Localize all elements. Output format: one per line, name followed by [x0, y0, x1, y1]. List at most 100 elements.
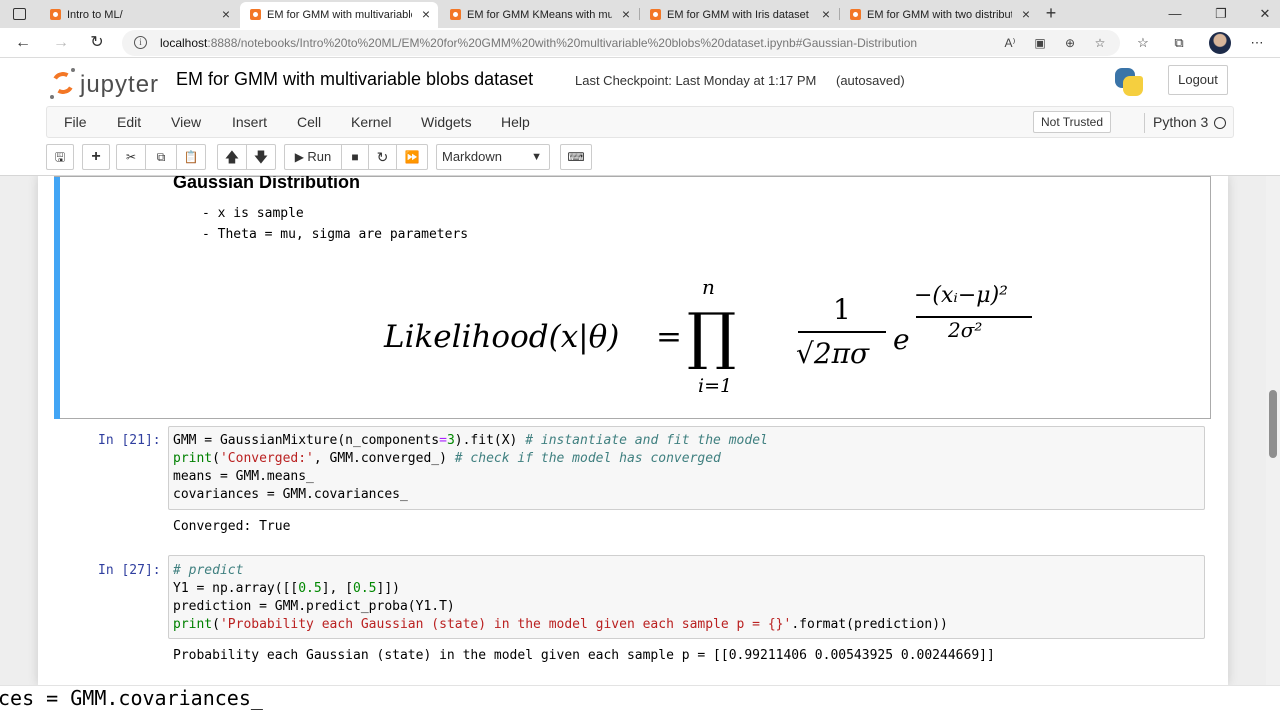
- browser-tab-em-gmm-kmeans[interactable]: EM for GMM KMeans with multivariable blo…: [440, 2, 638, 28]
- copy-cells-icon[interactable]: ⧉: [145, 144, 177, 170]
- interrupt-kernel-icon[interactable]: ■: [341, 144, 369, 170]
- maximize-window-icon[interactable]: ❐: [1206, 4, 1236, 24]
- formula-fraction-denominator: √2πσ: [796, 337, 870, 370]
- run-icon: ▶: [294, 150, 305, 164]
- gaussian-distribution-heading: Gaussian Distribution: [173, 176, 361, 192]
- menu-widgets[interactable]: Widgets: [421, 114, 472, 130]
- code-cell-input[interactable]: GMM = GaussianMixture(n_components=3).fi…: [168, 426, 1205, 510]
- site-info-icon[interactable]: i: [134, 36, 147, 49]
- code-line: means = GMM.means_: [173, 469, 314, 484]
- menu-edit[interactable]: Edit: [117, 114, 141, 130]
- collections-icon[interactable]: ⧉: [1170, 34, 1188, 52]
- code-cell-input[interactable]: # predict Y1 = np.array([[0.5], [0.5]]) …: [168, 555, 1205, 639]
- save-icon[interactable]: 🖫: [46, 144, 74, 170]
- url-text: localhost:8888/notebooks/Intro%20to%20ML…: [160, 36, 917, 50]
- close-tab-icon[interactable]: ×: [222, 7, 230, 21]
- tab-title: EM for GMM with Iris dataset - Jupyter: [667, 9, 812, 21]
- zoom-icon[interactable]: ⊕: [1062, 35, 1078, 51]
- reader-view-icon[interactable]: ▣: [1032, 35, 1048, 51]
- zoomed-code-text: ces = GMM.covariances_: [0, 686, 263, 710]
- kernel-name: Python 3: [1153, 114, 1209, 130]
- move-cell-up-icon[interactable]: 🡅: [217, 144, 247, 170]
- url-path: :8888/notebooks/Intro%20to%20ML/EM%20for…: [207, 36, 918, 50]
- tab-title: EM for GMM with multivariable blobs data…: [267, 9, 412, 21]
- code-line: print('Converged:', GMM.converged_) # ch…: [173, 451, 721, 466]
- close-tab-icon[interactable]: ×: [422, 7, 430, 21]
- formula-product-lower-limit: i=1: [698, 375, 733, 397]
- autosave-status: (autosaved): [836, 73, 905, 88]
- page-scrollbar[interactable]: [1266, 176, 1280, 685]
- close-tab-icon[interactable]: ×: [622, 7, 630, 21]
- jupyter-menubar: File Edit View Insert Cell Kernel Widget…: [46, 106, 1234, 138]
- formula-fraction-numerator: 1: [833, 293, 851, 326]
- code-line: Y1 = np.array([[0.5], [0.5]]): [173, 581, 400, 596]
- logout-button[interactable]: Logout: [1168, 65, 1228, 95]
- menu-kernel[interactable]: Kernel: [351, 114, 391, 130]
- jupyter-toolbar: 🖫 + ✂ ⧉ 📋 🡅 🡇 ▶ Run ■ ↻ ⏩ Markdown ▼ ⌨: [46, 144, 1234, 172]
- browser-tab-em-gmm-blobs[interactable]: EM for GMM with multivariable blobs data…: [240, 2, 438, 28]
- close-window-icon[interactable]: ✕: [1250, 4, 1280, 24]
- notebook-name[interactable]: EM for GMM with multivariable blobs data…: [176, 69, 533, 90]
- profile-avatar[interactable]: [1209, 32, 1231, 54]
- browser-tab-intro-to-ml[interactable]: Intro to ML/ ×: [40, 2, 238, 28]
- browser-tab-em-gmm-two-distributions[interactable]: EM for GMM with two distributions ×: [840, 2, 1038, 28]
- menu-file[interactable]: File: [64, 114, 87, 130]
- read-aloud-icon[interactable]: A⁾: [1002, 35, 1018, 51]
- not-trusted-button[interactable]: Not Trusted: [1033, 111, 1111, 133]
- formula-product-symbol: ∏: [687, 299, 737, 372]
- jupyter-logo-ring: [49, 69, 77, 97]
- close-tab-icon[interactable]: ×: [822, 7, 830, 21]
- code-line: covariances = GMM.covariances_: [173, 487, 408, 502]
- formula-product-upper-limit: n: [702, 275, 715, 299]
- likelihood-formula: Likelihood(x|θ) = ∏ n i=1 1 √2πσ e −(xᵢ−…: [384, 273, 1032, 403]
- tab-title: Intro to ML/: [67, 9, 123, 21]
- markdown-cell-selected[interactable]: Gaussian Distribution - x is sample - Th…: [54, 176, 1211, 419]
- move-cell-down-icon[interactable]: 🡇: [246, 144, 276, 170]
- selected-cell-indicator: [54, 177, 60, 419]
- jupyter-logo-moon: [50, 95, 54, 99]
- minimize-window-icon[interactable]: —: [1160, 4, 1190, 24]
- back-arrow-icon[interactable]: ←: [12, 32, 34, 54]
- bullet-x-is-sample: - x is sample: [202, 206, 304, 221]
- new-tab-button[interactable]: +: [1041, 3, 1061, 23]
- browser-tab-em-gmm-iris[interactable]: EM for GMM with Iris dataset - Jupyter ×: [640, 2, 838, 28]
- cut-cells-icon[interactable]: ✂: [116, 144, 146, 170]
- insert-cell-below-icon[interactable]: +: [82, 144, 110, 170]
- refresh-icon[interactable]: ↻: [86, 32, 108, 54]
- jupyter-favicon-icon: [650, 9, 661, 20]
- jupyter-logo[interactable]: jupyter: [49, 66, 180, 100]
- menu-insert[interactable]: Insert: [232, 114, 267, 130]
- code-line: # predict: [173, 563, 244, 578]
- run-label: Run: [307, 149, 332, 164]
- jupyter-favicon-icon: [850, 9, 861, 20]
- jupyter-logo-moon: [71, 68, 75, 72]
- run-button[interactable]: ▶ Run: [284, 144, 342, 170]
- menu-help[interactable]: Help: [501, 114, 530, 130]
- scrollbar-thumb[interactable]: [1269, 390, 1277, 458]
- jupyter-logo-text: jupyter: [80, 71, 160, 98]
- url-field[interactable]: i localhost:8888/notebooks/Intro%20to%20…: [122, 30, 1120, 56]
- restart-run-all-icon[interactable]: ⏩: [396, 144, 428, 170]
- paste-cells-icon[interactable]: 📋: [176, 144, 206, 170]
- more-options-icon[interactable]: ⋯: [1248, 34, 1266, 52]
- browser-tab-strip: Intro to ML/ × EM for GMM with multivari…: [0, 0, 1280, 28]
- close-tab-icon[interactable]: ×: [1022, 7, 1030, 21]
- cell-output: Converged: True: [173, 519, 291, 534]
- cell-type-select[interactable]: Markdown ▼: [436, 144, 550, 170]
- cell-type-value: Markdown: [442, 149, 502, 164]
- chevron-down-icon: ▼: [531, 151, 542, 163]
- favorites-icon[interactable]: ☆: [1134, 34, 1152, 52]
- notebook-scroll-area[interactable]: Gaussian Distribution - x is sample - Th…: [0, 176, 1266, 685]
- menu-cell[interactable]: Cell: [297, 114, 321, 130]
- forward-arrow-icon[interactable]: →: [50, 32, 72, 54]
- menu-view[interactable]: View: [171, 114, 201, 130]
- add-favorite-icon[interactable]: ☆: [1092, 35, 1108, 51]
- command-palette-keyboard-icon[interactable]: ⌨: [560, 144, 592, 170]
- code-line: print('Probability each Gaussian (state)…: [173, 617, 948, 632]
- tab-actions-icon[interactable]: [8, 5, 30, 23]
- cell-output: Probability each Gaussian (state) in the…: [173, 648, 995, 663]
- restart-kernel-icon[interactable]: ↻: [368, 144, 397, 170]
- jupyter-favicon-icon: [250, 9, 261, 20]
- zoomed-code-overlay: ces = GMM.covariances_: [0, 685, 1280, 720]
- menu-divider: [1144, 113, 1145, 133]
